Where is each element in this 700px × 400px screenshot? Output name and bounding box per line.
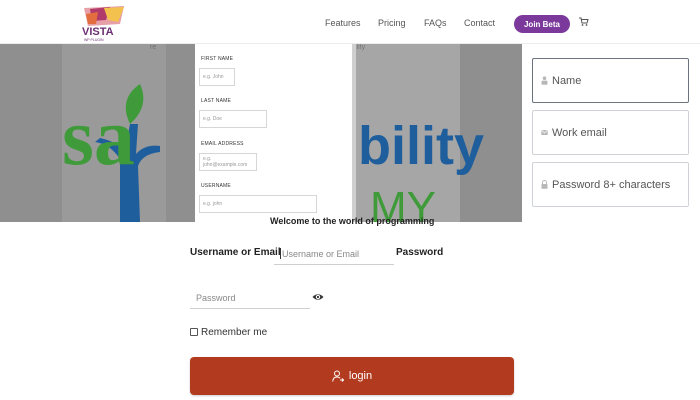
art-right-text: bility [358,116,484,176]
work-email-placeholder: Work email [552,126,607,139]
leaf-shape [125,84,144,124]
lock-icon [541,180,548,189]
username-email-placeholder: Username or Email [282,248,360,259]
nav-faqs[interactable]: FAQs [424,18,447,28]
page: VISTA WP PLUGIN Features Pricing FAQs Co… [0,0,700,400]
password-placeholder: Password [196,292,236,303]
join-beta-button[interactable]: Join Beta [514,15,570,33]
user-login-icon [332,370,344,382]
nav-pricing[interactable]: Pricing [378,18,406,28]
eye-icon[interactable] [312,291,324,303]
username-email-input[interactable]: Username or Email [274,243,394,265]
email-address-input[interactable]: e.g. john@example.com [199,153,257,171]
password-field[interactable]: Password 8+ characters [532,162,689,207]
logo-text: VISTA [82,26,114,38]
first-name-input[interactable]: e.g. John [199,68,235,86]
username-label: USERNAME [201,183,231,189]
envelope-icon [541,129,548,135]
remember-me-label[interactable]: Remember me [201,327,267,338]
text-cursor [280,248,281,259]
last-name-input[interactable]: e.g. Doe [199,110,267,128]
login-button-label: login [348,370,373,382]
user-icon [541,76,548,85]
modal-scrollbar[interactable] [352,44,356,222]
password-input[interactable]: Password [190,287,310,309]
logo-subtext: WP PLUGIN [84,38,104,42]
welcome-heading: Welcome to the world of programming [270,216,435,226]
name-field[interactable]: Name [532,58,689,103]
email-address-label: EMAIL ADDRESS [201,141,244,147]
site-header: VISTA WP PLUGIN Features Pricing FAQs Co… [0,0,700,44]
work-email-field[interactable]: Work email [532,110,689,155]
art-left-text: sa [62,91,135,182]
vista-logo[interactable]: VISTA WP PLUGIN [80,6,128,42]
password-field-placeholder: Password 8+ characters [552,178,671,191]
name-field-placeholder: Name [552,74,582,87]
remember-me-checkbox[interactable] [190,328,198,336]
password-label: Password [396,247,444,258]
username-input[interactable]: e.g. john [199,195,317,213]
nav-features[interactable]: Features [325,18,361,28]
cart-icon[interactable] [579,17,589,27]
first-name-label: FIRST NAME [201,56,234,62]
last-name-label: LAST NAME [201,98,232,104]
username-email-label: Username or Email [190,247,281,258]
nav-contact[interactable]: Contact [464,18,495,28]
login-button[interactable]: login [190,357,514,395]
